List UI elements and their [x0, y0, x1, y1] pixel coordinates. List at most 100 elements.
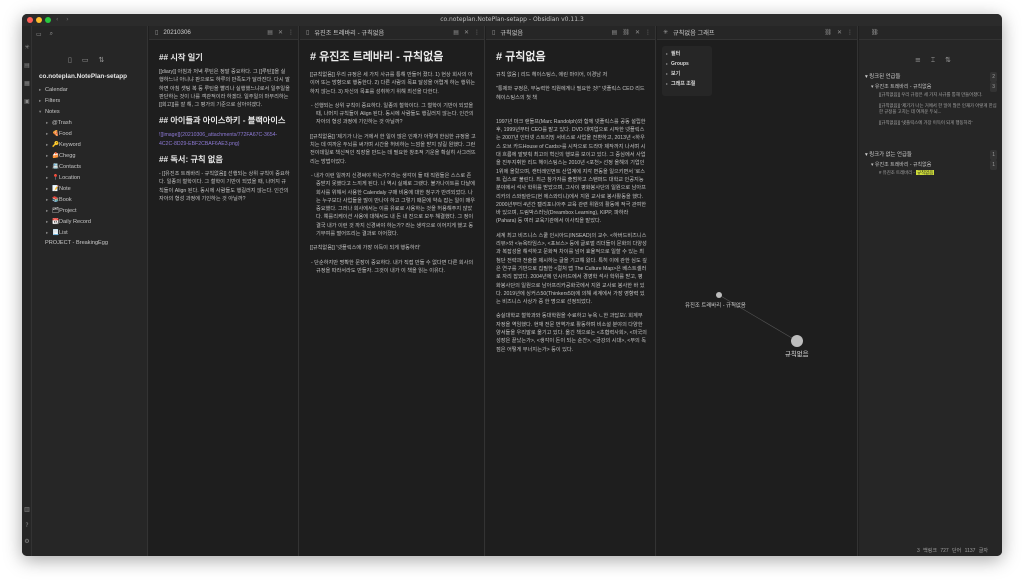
file-tree-item[interactable]: PROJECT - BreakingEgg	[39, 238, 145, 249]
book-quote: "통제와 규정은, 무능력한 직원에게나 필요한 것!" 넷플릭스 CEO 리드…	[496, 86, 645, 101]
backlink-snippet[interactable]: [[규칙없음]] '넷플릭스에 가장 이득이 되게 행동하라'	[879, 120, 997, 127]
unlinked-file[interactable]: ▾ 유진조 트레바리 - 규칙없음 1	[871, 160, 997, 170]
document-icon: ▯	[306, 29, 310, 36]
backlinks-toolbar: ≡ ⌶ ⇅	[915, 56, 951, 65]
graph-node-trevari[interactable]	[716, 292, 722, 298]
tab-title[interactable]: 유진조 트레바리 - 규칙없음	[314, 28, 384, 37]
file-tree-label: @Trash	[52, 120, 72, 126]
close-icon[interactable]: ✕	[464, 29, 469, 36]
status-bar: 3 백링크 727 단어 1137 글자	[917, 547, 988, 554]
help-icon[interactable]: ?	[23, 522, 31, 530]
close-icon[interactable]: ✕	[635, 29, 640, 36]
more-options-icon[interactable]: ⋮	[288, 29, 294, 36]
paragraph: [[규칙없음]] 우리 규정은 세 가지 사규를 통해 만들어 졌다. 1) 현…	[310, 72, 476, 95]
backlink-snippet[interactable]: [[규칙없음]] '제기가 나는 거에서 한 일이 많은 인재가 아렇게 한심한…	[879, 103, 997, 116]
file-tree-label: 📃List	[52, 230, 68, 236]
sort-icon[interactable]: ⇅	[98, 56, 104, 64]
bullet-item: - 내가 이런 일까지 신경써야 하는가? 라는 생각이 들 때 직원들은 스스…	[311, 172, 476, 238]
note-title: # 규칙없음	[496, 51, 546, 63]
file-tree: ▸ Calendar ▸ Filters ▾ Notes ▸ @Trash ▸ 🍕Food ▸ 🔑Ke…	[39, 84, 145, 249]
reading-view-icon[interactable]: ▤	[612, 29, 618, 36]
unlinked-snippet[interactable]: # 유진조 트레바리 - 규칙없음	[879, 170, 997, 177]
pane-actions: ▤ ✕ ⋮	[453, 29, 480, 36]
file-tree-label: Calendar	[45, 87, 68, 93]
file-tree-item[interactable]: ▸ 📚Book	[39, 194, 145, 205]
reading-view-icon[interactable]: ▤	[267, 29, 273, 36]
unlinked-mentions-section: ▾ 링크가 없는 언급들 1 ▾ 유진조 트레바리 - 규칙없음 1 # 유진조 트…	[865, 150, 997, 181]
file-tree-item[interactable]: ▸ 📃List	[39, 227, 145, 238]
file-tree-item[interactable]: ▸ 📇Contacts	[39, 161, 145, 172]
new-folder-icon[interactable]: ▭	[82, 56, 89, 64]
file-tree-item[interactable]: ▸ 📝Note	[39, 183, 145, 194]
close-icon[interactable]: ✕	[278, 29, 283, 36]
obsidian-window: ‹ › co.noteplan.NotePlan-setapp - Obsidi…	[22, 14, 1002, 556]
tab-title[interactable]: 규칙없음	[500, 28, 523, 37]
backlink-snippet[interactable]: [[규칙없음]] 우리 규정은 세 가지 사규를 통해 만들어졌다.	[879, 92, 997, 99]
new-note-icon[interactable]: ▯	[68, 56, 72, 64]
pane-header: ▯ 20210306 ▤ ✕ ⋮	[149, 26, 298, 40]
folder-icon[interactable]: ▭	[36, 31, 42, 38]
book-meta: 규칙 없음 | 리드 헤이스팅스, 에린 마이어, 이경남 저	[496, 72, 608, 78]
file-tree-label: 🗂Project	[52, 208, 77, 214]
linked-mentions-count: 2	[990, 72, 997, 82]
heading-reading: ## 독서: 규칙 없음	[159, 155, 223, 165]
graph-icon: ✳	[663, 29, 669, 36]
image-embed-link[interactable]: ![[image]](20210306_attachments/772FA67C…	[159, 131, 290, 148]
collapse-results-icon[interactable]: ≡	[915, 56, 921, 65]
graph-canvas[interactable]	[657, 40, 858, 556]
link-icon[interactable]: ⛓	[622, 29, 630, 36]
pane-actions: ▤ ⛓ ✕ ⋮	[612, 29, 651, 36]
sort-icon[interactable]: ⇅	[945, 56, 951, 65]
tab-title[interactable]: 20210306	[163, 29, 191, 36]
more-options-icon[interactable]: ⋮	[847, 29, 853, 36]
file-tree-item[interactable]: ▸ 🗂Project	[39, 205, 145, 216]
editor-pane-book: ▯ 규칙없음 ▤ ⛓ ✕ ⋮ # 규칙없음 규칙 없음 | 리드 헤이스팅스, …	[486, 26, 656, 556]
close-icon[interactable]: ✕	[837, 29, 842, 36]
file-tree-label: 📇Contacts	[52, 164, 82, 170]
reading-view-icon[interactable]: ▤	[453, 29, 459, 36]
switcher-icon[interactable]: ▤	[23, 62, 31, 70]
left-ribbon: ✳ ▤ ▦ ▣ ▥ ? ⚙	[22, 26, 32, 556]
file-tree-item[interactable]: ▾ Notes	[39, 106, 145, 117]
backlink-file[interactable]: ▾ 유진조 트레바리 - 규칙없음 3	[871, 82, 997, 92]
file-tree-label: Filters	[45, 98, 61, 104]
pane-actions: ▤ ✕ ⋮	[267, 29, 294, 36]
link-icon[interactable]: ⛓	[871, 29, 879, 36]
editor-pane-trevari: ▯ 유진조 트레바리 - 규칙없음 ▤ ✕ ⋮ # 유진조 트레바리 - 규칙없…	[300, 26, 485, 556]
graph-view-pane: ✳ 규칙없음 그래프 ⛓ ✕ ⋮ ▸ 필터 ▸ Groups ▸ 보기 ▸ 그래프 조절…	[657, 26, 858, 556]
file-tree-item[interactable]: ▸ @Trash	[39, 117, 145, 128]
graph-node-rules[interactable]	[791, 335, 803, 347]
command-palette-icon[interactable]: ▣	[23, 98, 31, 106]
search-icon[interactable]: ⌕	[50, 30, 53, 38]
note-content[interactable]: # 규칙없음 규칙 없음 | 리드 헤이스팅스, 에린 마이어, 이경남 저 "…	[496, 46, 647, 360]
title-bar: ‹ › co.noteplan.NotePlan-setapp - Obsidi…	[22, 14, 1002, 26]
unlinked-mentions-count: 1	[990, 150, 997, 160]
sidebar-header: ▭ ⌕	[36, 28, 144, 40]
daily-note-icon[interactable]: ▦	[23, 80, 31, 88]
pane-header: ✳ 규칙없음 그래프 ⛓ ✕ ⋮	[657, 26, 857, 40]
more-options-icon[interactable]: ⋮	[645, 29, 651, 36]
file-tree-item[interactable]: ▸ 📆Daily Record	[39, 216, 145, 227]
pane-header: ▯ 규칙없음 ▤ ⛓ ✕ ⋮	[486, 26, 655, 40]
note-content[interactable]: ## 시작 일기 [[diary]] 아침과 저녁 루틴은 정말 중요하다. 그…	[159, 46, 290, 209]
linked-mentions-header[interactable]: ▾ 링크된 언급들 2	[865, 72, 997, 82]
file-tree-item[interactable]: ▸ Calendar	[39, 84, 145, 95]
document-icon: ▯	[492, 29, 496, 36]
heading-start-diary: ## 시작 일기	[159, 53, 203, 62]
file-tree-item[interactable]: ▸ 🍰Chegg	[39, 150, 145, 161]
vault-icon[interactable]: ▥	[23, 506, 31, 514]
settings-gear-icon[interactable]: ⚙	[23, 538, 31, 546]
graph-view-icon[interactable]: ✳	[23, 44, 31, 52]
show-context-icon[interactable]: ⌶	[931, 56, 935, 65]
unlinked-mentions-header[interactable]: ▾ 링크가 없는 언급들 1	[865, 150, 997, 160]
linked-mentions-section: ▾ 링크된 언급들 2 ▾ 유진조 트레바리 - 규칙없음 3 [[규칙없음]] 우…	[865, 72, 997, 130]
tab-title[interactable]: 규칙없음 그래프	[673, 28, 715, 37]
more-options-icon[interactable]: ⋮	[474, 29, 480, 36]
note-content[interactable]: # 유진조 트레바리 - 규칙없음 [[규칙없음]] 우리 규정은 세 가지 사…	[310, 46, 476, 281]
file-tree-item[interactable]: ▸ Filters	[39, 95, 145, 106]
paragraph: 1997년 마크 랜돌프(Marc Randolph)와 함께 넷플릭스를 공동…	[496, 118, 647, 225]
file-tree-item[interactable]: ▸ 📍Location	[39, 172, 145, 183]
file-tree-item[interactable]: ▸ 🔑Keyword	[39, 139, 145, 150]
file-tree-item[interactable]: ▸ 🍕Food	[39, 128, 145, 139]
link-icon[interactable]: ⛓	[824, 29, 832, 36]
